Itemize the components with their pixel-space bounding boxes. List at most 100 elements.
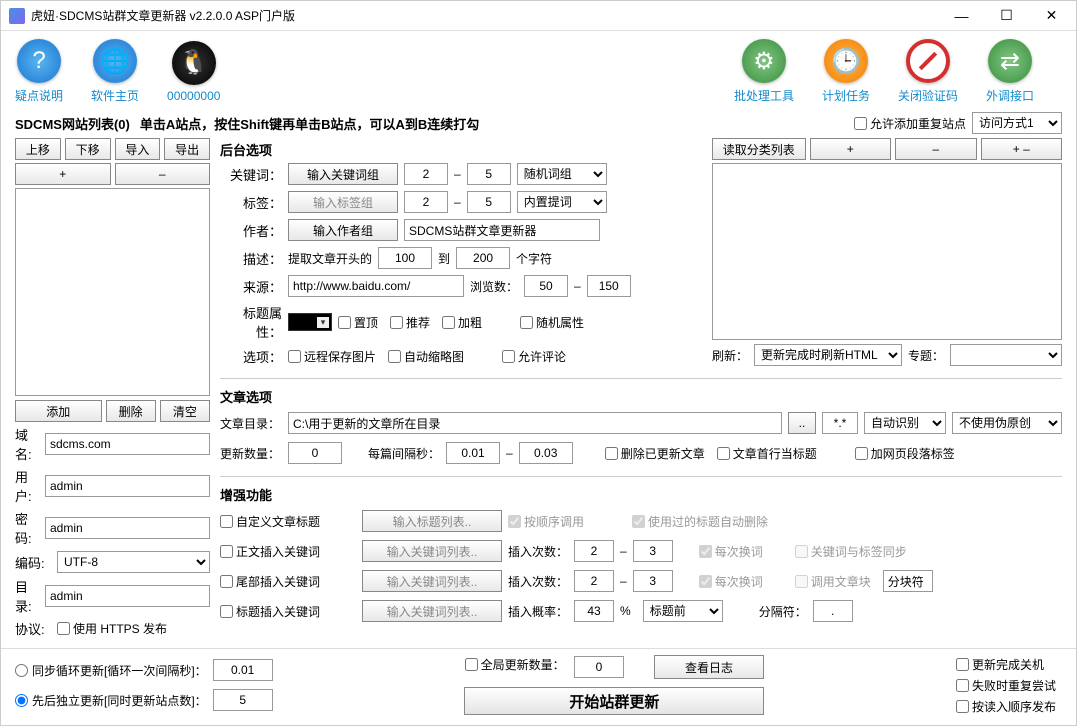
original-select[interactable]: 不使用伪原创 xyxy=(952,412,1062,434)
interval-to-input[interactable] xyxy=(519,442,573,464)
title-pos-select[interactable]: 标题前 xyxy=(643,600,723,622)
cat-plus-button[interactable]: + xyxy=(810,138,892,160)
author-group-button[interactable]: 输入作者组 xyxy=(288,219,398,241)
queue-order-checkbox[interactable]: 按读入顺序发布 xyxy=(956,698,1056,715)
refresh-select[interactable]: 更新完成时刷新HTML xyxy=(754,344,902,366)
tag-from-input[interactable] xyxy=(404,191,448,213)
domain-input[interactable] xyxy=(45,433,210,455)
keyword-mode-select[interactable]: 随机词组 xyxy=(517,163,607,185)
category-listbox[interactable] xyxy=(712,163,1062,340)
title-keyword-checkbox[interactable]: 标题插入关键词 xyxy=(220,603,350,620)
body-count-from-input[interactable] xyxy=(574,540,614,562)
tail-count-to-input[interactable] xyxy=(633,570,673,592)
close-button[interactable]: ✕ xyxy=(1029,2,1074,30)
tag-to-input[interactable] xyxy=(467,191,511,213)
https-checkbox[interactable]: 使用 HTTPS 发布 xyxy=(57,620,167,637)
browse-dir-button[interactable]: .. xyxy=(788,412,816,434)
clear-button[interactable]: 清空 xyxy=(160,400,210,422)
title-color-picker[interactable] xyxy=(288,313,332,331)
views-to-input[interactable] xyxy=(587,275,631,297)
global-count-input[interactable] xyxy=(574,656,624,678)
ptag-checkbox[interactable]: 加网页段落标签 xyxy=(855,445,955,462)
bold-checkbox[interactable]: 加粗 xyxy=(442,314,482,331)
site-listbox[interactable] xyxy=(15,188,210,396)
batch-tool-button[interactable]: ⚙ 批处理工具 xyxy=(734,39,794,104)
update-count-input[interactable] xyxy=(288,442,342,464)
add-button[interactable]: 添加 xyxy=(15,400,102,422)
topic-select[interactable] xyxy=(950,344,1062,366)
maximize-button[interactable]: ☐ xyxy=(984,2,1029,30)
cat-minus-button[interactable]: – xyxy=(895,138,977,160)
tag-group-button[interactable]: 输入标签组 xyxy=(288,191,398,213)
random-attr-checkbox[interactable]: 随机属性 xyxy=(520,314,584,331)
recommend-checkbox[interactable]: 推荐 xyxy=(390,314,430,331)
retry-checkbox[interactable]: 失败时重复尝试 xyxy=(956,677,1056,694)
delete-button[interactable]: 删除 xyxy=(106,400,156,422)
article-dir-input[interactable] xyxy=(288,412,782,434)
move-down-button[interactable]: 下移 xyxy=(65,138,111,160)
detect-select[interactable]: 自动识别 xyxy=(864,412,946,434)
password-input[interactable] xyxy=(45,517,210,539)
keyword-to-input[interactable] xyxy=(467,163,511,185)
add-small-button[interactable]: + xyxy=(15,163,111,185)
source-input[interactable] xyxy=(288,275,464,297)
import-button[interactable]: 导入 xyxy=(115,138,161,160)
tail-count-from-input[interactable] xyxy=(574,570,614,592)
close-captcha-button[interactable]: 关闭验证码 xyxy=(898,39,958,104)
user-input[interactable] xyxy=(45,475,210,497)
allow-comment-checkbox[interactable]: 允许评论 xyxy=(502,348,566,365)
desc-from-input[interactable] xyxy=(378,247,432,269)
view-log-button[interactable]: 查看日志 xyxy=(654,655,764,679)
read-category-button[interactable]: 读取分类列表 xyxy=(712,138,806,160)
export-button[interactable]: 导出 xyxy=(164,138,210,160)
keyword-group-button[interactable]: 输入关键词组 xyxy=(288,163,398,185)
block-checkbox[interactable]: 调用文章块 xyxy=(795,573,871,590)
tail-keyword-checkbox[interactable]: 尾部插入关键词 xyxy=(220,573,350,590)
cat-plusminus-button[interactable]: + – xyxy=(981,138,1063,160)
access-mode-select[interactable]: 访问方式1 xyxy=(972,112,1062,134)
body-keyword-checkbox[interactable]: 正文插入关键词 xyxy=(220,543,350,560)
qq-button[interactable]: 🐧 00000000 xyxy=(167,41,220,103)
loop-update-radio[interactable]: 同步循环更新[循环一次间隔秒]： xyxy=(15,662,207,679)
tag-mode-select[interactable]: 内置提词 xyxy=(517,191,607,213)
separator-input[interactable] xyxy=(813,600,853,622)
tail-keyword-button[interactable]: 输入关键词列表.. xyxy=(362,570,502,592)
desc-to-input[interactable] xyxy=(456,247,510,269)
shutdown-checkbox[interactable]: 更新完成关机 xyxy=(956,656,1056,673)
newline1-checkbox[interactable]: 每次换词 xyxy=(699,543,763,560)
title-keyword-button[interactable]: 输入关键词列表.. xyxy=(362,600,502,622)
firstline-title-checkbox[interactable]: 文章首行当标题 xyxy=(717,445,817,462)
autodel-checkbox[interactable]: 使用过的标题自动删除 xyxy=(632,513,768,530)
custom-title-checkbox[interactable]: 自定义文章标题 xyxy=(220,513,350,530)
global-count-checkbox[interactable]: 全局更新数量： xyxy=(465,656,565,673)
independent-update-radio[interactable]: 先后独立更新[同时更新站点数]： xyxy=(15,692,207,709)
help-button[interactable]: ? 疑点说明 xyxy=(15,39,63,104)
top-checkbox[interactable]: 置顶 xyxy=(338,314,378,331)
views-from-input[interactable] xyxy=(524,275,568,297)
homepage-button[interactable]: 🌐 软件主页 xyxy=(91,39,139,104)
body-keyword-button[interactable]: 输入关键词列表.. xyxy=(362,540,502,562)
interval-from-input[interactable] xyxy=(446,442,500,464)
newline2-checkbox[interactable]: 每次换词 xyxy=(699,573,763,590)
sync-checkbox[interactable]: 关键词与标签同步 xyxy=(795,543,907,560)
allow-duplicate-checkbox[interactable]: 允许添加重复站点 xyxy=(854,115,966,132)
filter-input[interactable] xyxy=(822,412,858,434)
dir-input[interactable] xyxy=(45,585,210,607)
concurrent-sites-input[interactable] xyxy=(213,689,273,711)
order-checkbox[interactable]: 按顺序调用 xyxy=(508,513,584,530)
external-api-button[interactable]: ⇄ 外调接口 xyxy=(986,39,1034,104)
delete-updated-checkbox[interactable]: 删除已更新文章 xyxy=(605,445,705,462)
keyword-from-input[interactable] xyxy=(404,163,448,185)
schedule-button[interactable]: 🕒 计划任务 xyxy=(822,39,870,104)
loop-interval-input[interactable] xyxy=(213,659,273,681)
title-list-button[interactable]: 输入标题列表.. xyxy=(362,510,502,532)
auto-thumb-checkbox[interactable]: 自动缩略图 xyxy=(388,348,464,365)
remote-save-checkbox[interactable]: 远程保存图片 xyxy=(288,348,376,365)
author-input[interactable] xyxy=(404,219,600,241)
move-up-button[interactable]: 上移 xyxy=(15,138,61,160)
block-sep-input[interactable] xyxy=(883,570,933,592)
remove-small-button[interactable]: – xyxy=(115,163,211,185)
start-update-button[interactable]: 开始站群更新 xyxy=(464,687,764,715)
minimize-button[interactable]: — xyxy=(939,2,984,30)
encoding-select[interactable]: UTF-8 xyxy=(57,551,210,573)
